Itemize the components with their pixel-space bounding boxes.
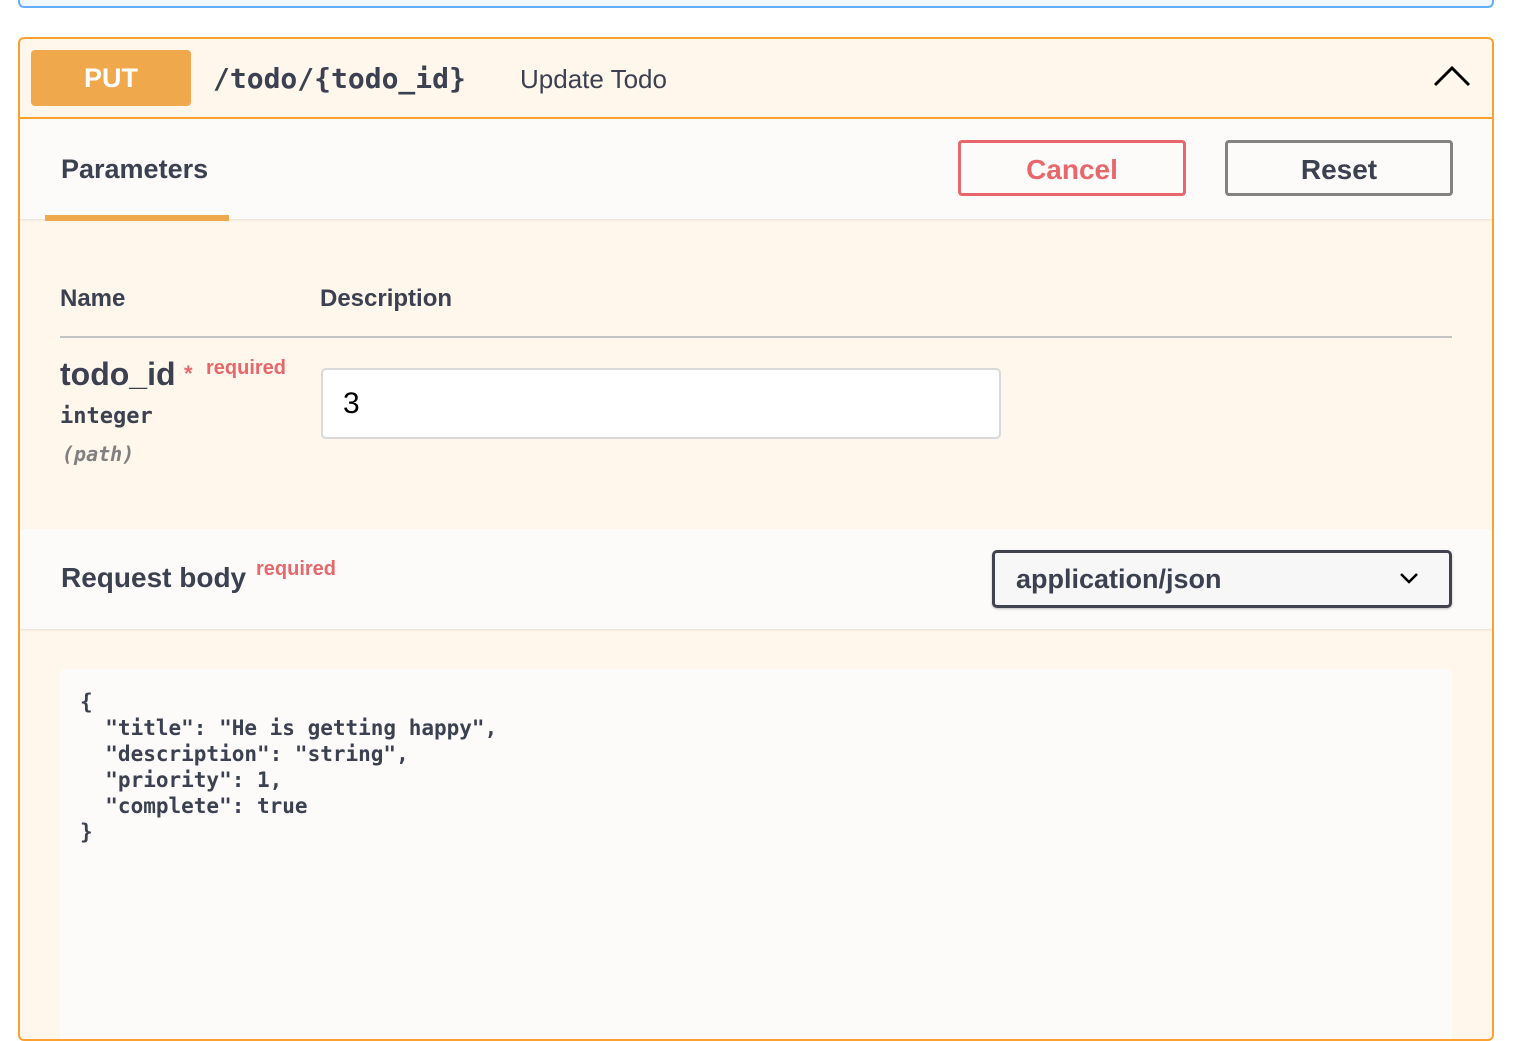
- request-body-editor[interactable]: { "title": "He is getting happy", "descr…: [60, 669, 1452, 1039]
- put-operation-block: PUT /todo/{todo_id} Update Todo Paramete…: [18, 37, 1494, 1041]
- content-type-select[interactable]: application/json: [992, 550, 1452, 608]
- tab-parameters[interactable]: Parameters: [45, 119, 229, 221]
- request-body-required-label: required: [256, 558, 337, 580]
- request-body-header: Request body required application/json: [20, 529, 1492, 629]
- operation-path: /todo/{todo_id}: [213, 62, 466, 95]
- parameter-name: todo_id: [60, 356, 176, 392]
- operation-summary-text: Update Todo: [520, 64, 667, 94]
- todo-id-input[interactable]: [321, 368, 1001, 439]
- header-divider: [60, 336, 1452, 338]
- parameters-header: Parameters Cancel Reset: [20, 119, 1492, 221]
- parameter-type: integer: [60, 404, 153, 429]
- parameter-location: (path): [62, 442, 135, 466]
- reset-button[interactable]: Reset: [1225, 140, 1453, 196]
- required-star: *: [184, 361, 193, 386]
- column-header-name: Name: [60, 285, 126, 312]
- tab-parameters-label: Parameters: [61, 154, 209, 184]
- chevron-up-icon[interactable]: [1432, 59, 1472, 93]
- column-header-description: Description: [320, 285, 453, 312]
- required-label: required: [206, 357, 287, 379]
- cancel-button[interactable]: Cancel: [958, 140, 1186, 196]
- chevron-down-icon: [1399, 570, 1419, 586]
- request-body-json[interactable]: { "title": "He is getting happy", "descr…: [80, 689, 497, 845]
- content-type-value: application/json: [1016, 564, 1222, 594]
- operation-summary[interactable]: PUT /todo/{todo_id} Update Todo: [20, 39, 1492, 119]
- method-badge: PUT: [31, 50, 191, 106]
- request-body-title: Request body: [61, 562, 247, 593]
- previous-operation-block[interactable]: [18, 0, 1494, 8]
